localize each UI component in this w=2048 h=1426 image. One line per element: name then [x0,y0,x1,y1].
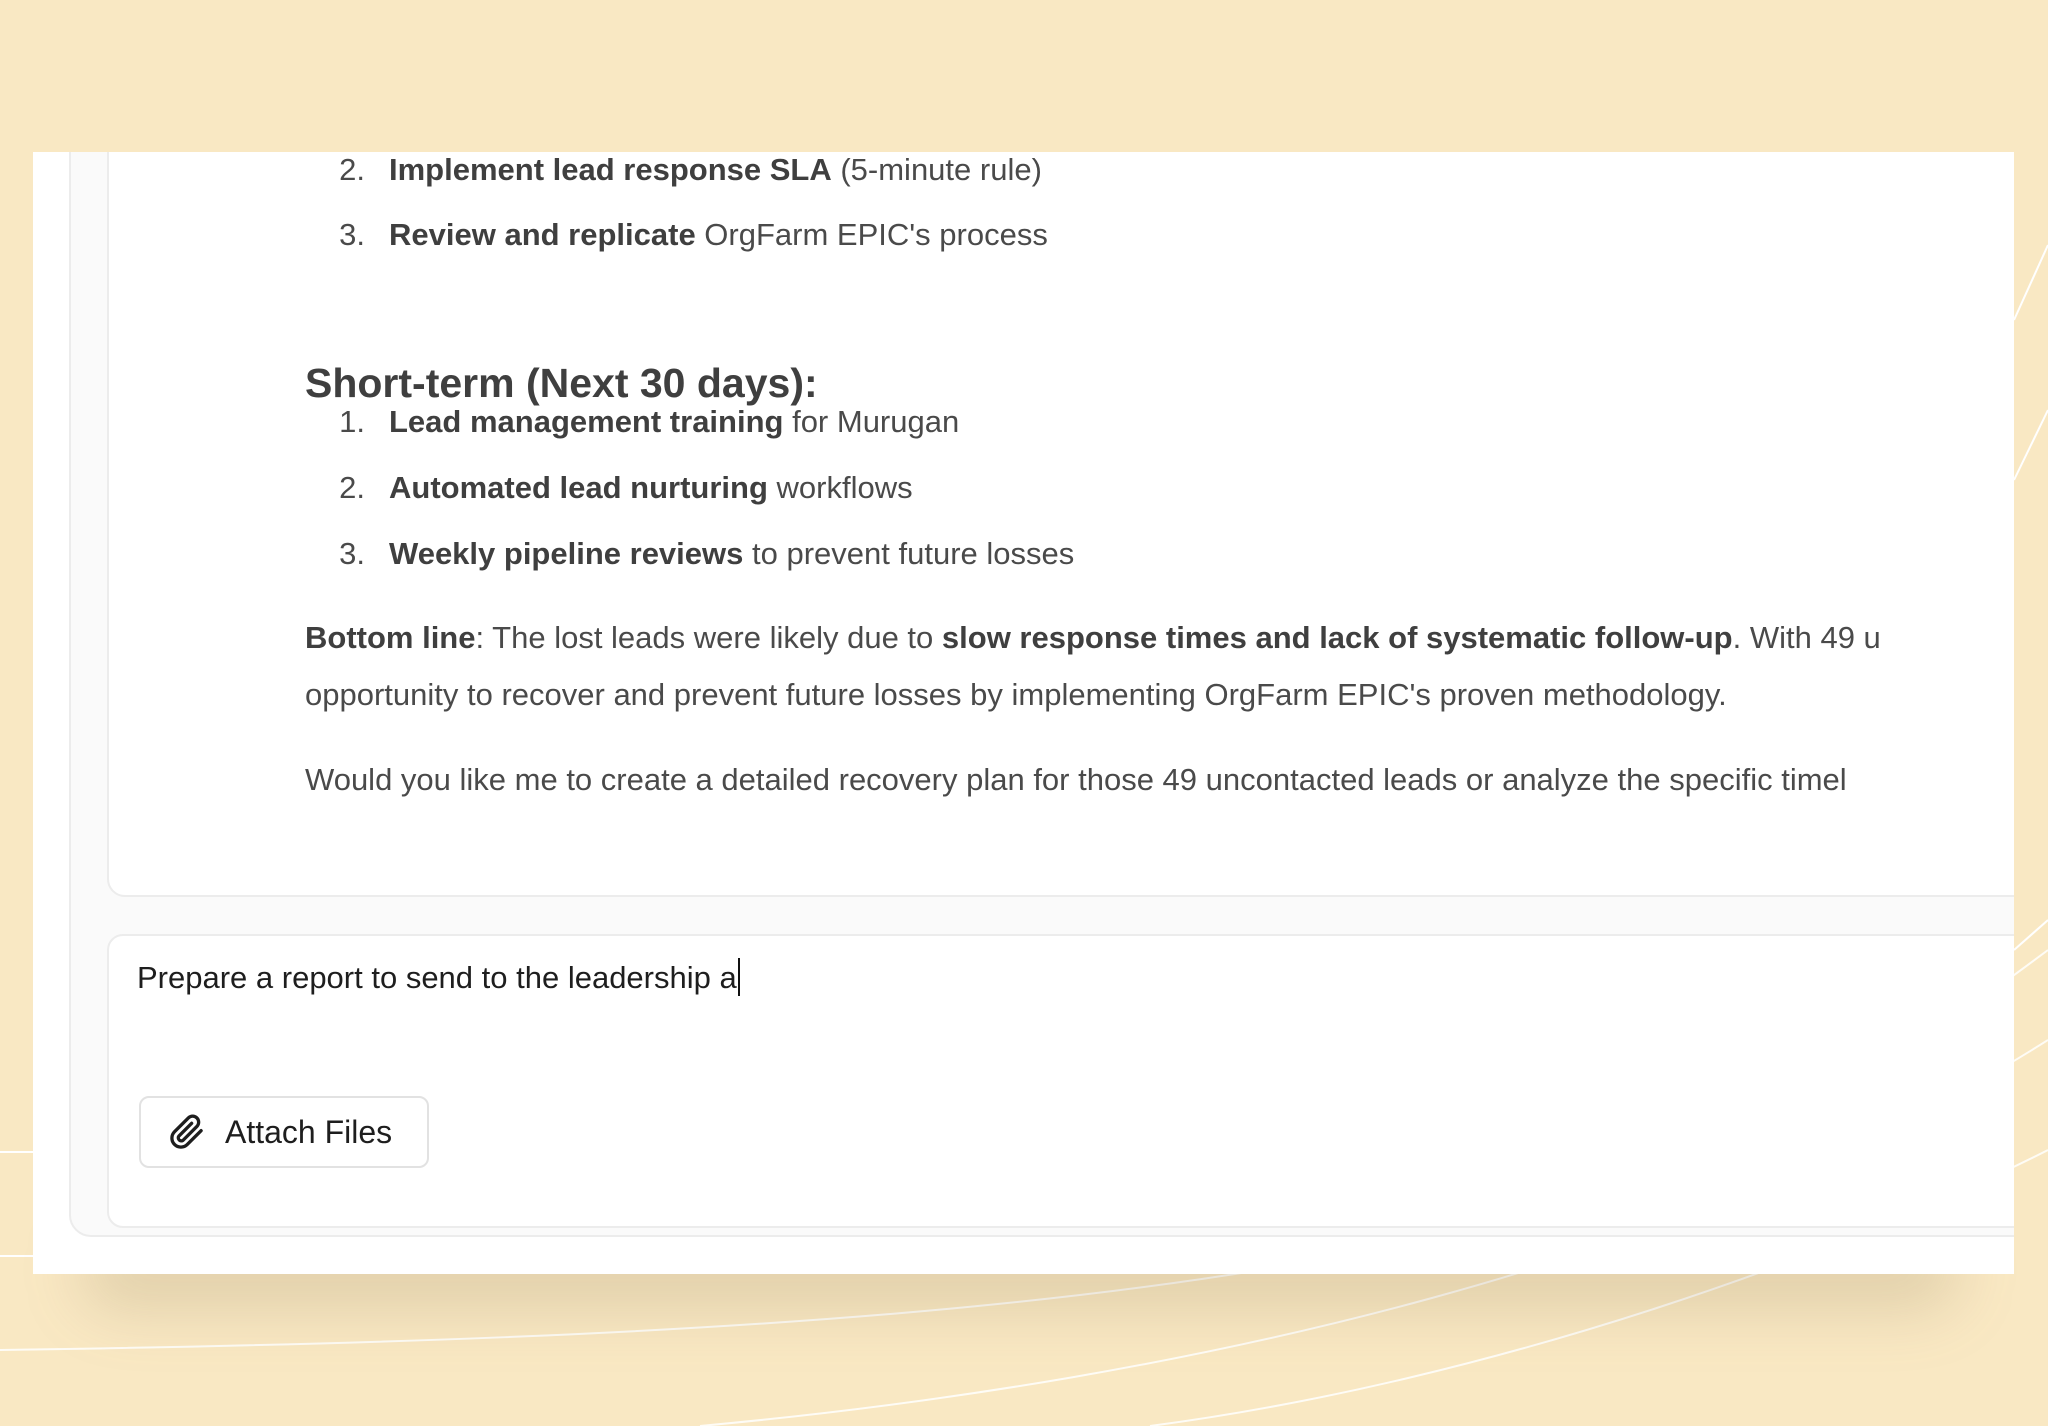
followup-question: Would you like me to create a detailed r… [305,762,1847,797]
bottom-line-emphasis: slow response times and lack of systemat… [941,620,1733,655]
list-number: 3. [339,217,365,252]
list-item-text: (5-minute rule) [831,152,1042,187]
list-item-bold: Implement lead response SLA [389,152,832,187]
list-number: 2. [339,152,365,187]
message-input[interactable]: Prepare a report to send to the leadersh… [137,958,740,996]
chat-window: 2. Implement lead response SLA (5-minute … [33,152,2014,1274]
bottom-line-text: : The lost leads were likely due to [475,620,942,655]
list-item-text: to prevent future losses [743,536,1075,571]
attach-files-button[interactable]: Attach Files [139,1096,429,1168]
list-item-text: for Murugan [783,404,960,439]
message-composer[interactable]: Prepare a report to send to the leadersh… [107,934,2014,1228]
list-number: 2. [339,470,365,505]
list-item: 2. Implement lead response SLA (5-minute … [305,152,1042,188]
message-input-value: Prepare a report to send to the leadersh… [137,960,737,995]
list-item-text: workflows [767,470,913,505]
bottom-line-paragraph: Bottom line: The lost leads were likely … [305,620,1881,656]
list-item-bold: Automated lead nurturing [389,470,768,505]
paperclip-icon [170,1114,203,1149]
list-item: 2. Automated lead nurturing workflows [305,470,913,506]
list-item-bold: Review and replicate [389,217,696,252]
section-heading: Short-term (Next 30 days): [305,360,818,406]
bottom-line-text-cont: . With 49 u [1732,620,1881,655]
list-item: 1. Lead management training for Murugan [305,404,959,440]
list-item-bold: Lead management training [389,404,784,439]
list-item: 3. Weekly pipeline reviews to prevent fut… [305,536,1074,572]
list-item-bold: Weekly pipeline reviews [389,536,744,571]
bottom-line-label: Bottom line [305,620,476,655]
assistant-message: 2. Implement lead response SLA (5-minute … [107,152,2014,897]
list-item-text: OrgFarm EPIC's process [695,217,1048,252]
text-caret [737,958,740,996]
attach-files-label: Attach Files [225,1113,393,1150]
bottom-line-paragraph-line2: opportunity to recover and prevent futur… [305,677,1727,712]
list-number: 1. [339,404,365,439]
list-number: 3. [339,536,365,571]
list-item: 3. Review and replicate OrgFarm EPIC's pr… [305,217,1048,253]
